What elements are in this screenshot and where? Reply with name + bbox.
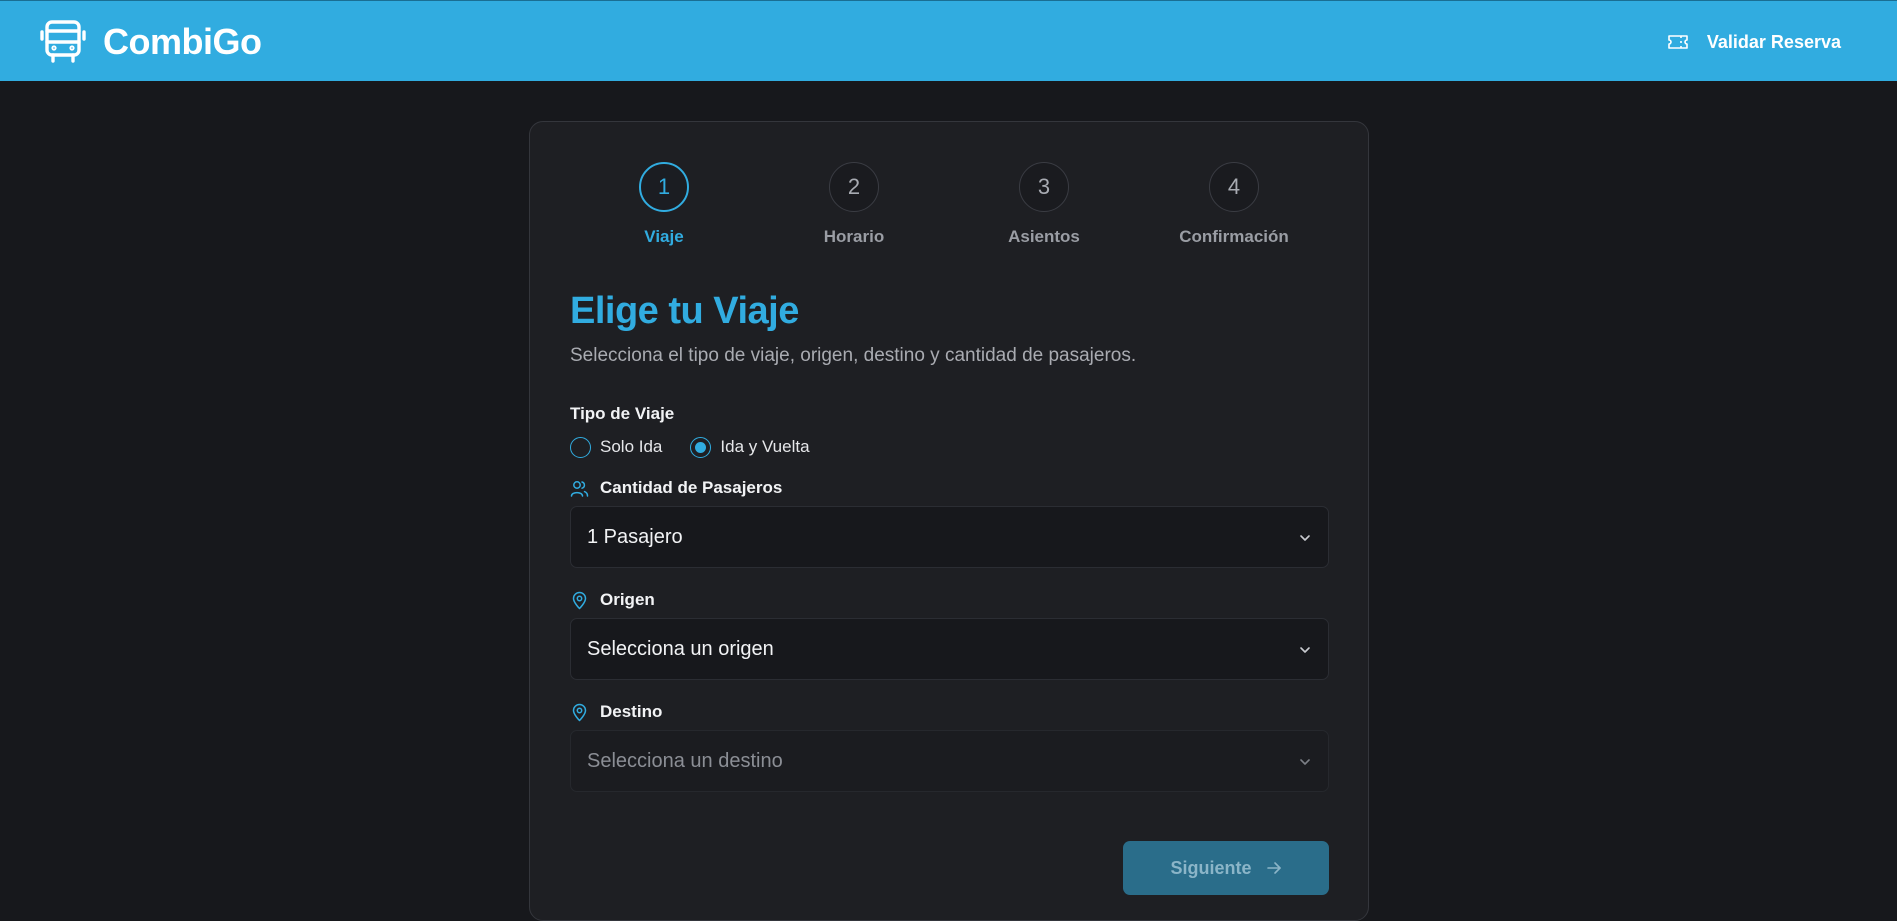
origin-label-text: Origen [600, 590, 655, 609]
destination-label: Destino [570, 702, 662, 722]
radio-circle[interactable] [690, 436, 712, 458]
step-label: Confirmación [1179, 227, 1289, 246]
step-number: 2 [829, 162, 879, 212]
step-number: 1 [639, 162, 689, 212]
next-button-label: Siguiente [1170, 857, 1252, 878]
bus-icon [40, 20, 86, 63]
radio-label: Solo Ida [600, 437, 663, 456]
origin-value: Selecciona un origen [587, 637, 774, 660]
page-title: Elige tu Viaje [570, 290, 799, 332]
validate-reservation-label: Validar Reserva [1706, 31, 1841, 52]
brand-logo[interactable]: CombiGo [40, 19, 262, 65]
brand-name: CombiGo [103, 21, 262, 62]
destination-select[interactable]: Selecciona un destino [570, 730, 1329, 792]
radio-selected-dot [695, 441, 707, 453]
chevron-down-icon [1300, 759, 1310, 765]
passengers-select[interactable]: 1 Pasajero [570, 506, 1329, 568]
arrow-right-icon [1266, 862, 1281, 874]
booking-card: 1 Viaje 2 Horario 3 Asientos 4 Confirmac… [529, 121, 1369, 921]
origin-label: Origen [570, 590, 655, 610]
map-pin-icon [572, 591, 587, 609]
step-viaje[interactable]: 1 Viaje [569, 162, 759, 247]
top-navbar: CombiGo Validar Reserva [0, 0, 1897, 81]
origin-select[interactable]: Selecciona un origen [570, 618, 1329, 680]
chevron-down-icon [1300, 535, 1310, 541]
map-pin-icon [572, 703, 587, 721]
trip-type-radio-group: Solo Ida Ida y Vuelta [570, 435, 838, 459]
step-label: Viaje [644, 227, 684, 246]
step-number: 3 [1019, 162, 1069, 212]
trip-type-label: Tipo de Viaje [570, 404, 674, 424]
radio-circle[interactable] [570, 436, 591, 458]
stepper: 1 Viaje 2 Horario 3 Asientos 4 Confirmac… [530, 162, 1370, 252]
validate-reservation-button[interactable]: Validar Reserva [1667, 27, 1841, 57]
trip-type-label-text: Tipo de Viaje [570, 404, 675, 423]
step-label: Asientos [1008, 227, 1080, 246]
ticket-icon [1668, 35, 1688, 49]
step-horario[interactable]: 2 Horario [759, 162, 949, 247]
radio-ida-y-vuelta[interactable]: Ida y Vuelta [690, 436, 810, 458]
step-label: Horario [823, 227, 885, 246]
step-asientos[interactable]: 3 Asientos [949, 162, 1139, 247]
users-icon [570, 480, 589, 497]
next-button[interactable]: Siguiente [1123, 841, 1329, 895]
chevron-down-icon [1300, 647, 1310, 653]
passengers-label-text: Cantidad de Pasajeros [600, 478, 783, 497]
passengers-label: Cantidad de Pasajeros [570, 478, 782, 498]
step-confirmacion[interactable]: 4 Confirmación [1139, 162, 1329, 247]
destination-label-text: Destino [600, 702, 663, 721]
radio-label: Ida y Vuelta [720, 437, 810, 456]
radio-solo-ida[interactable]: Solo Ida [570, 436, 663, 458]
destination-value: Selecciona un destino [587, 749, 783, 772]
passengers-value: 1 Pasajero [587, 525, 683, 548]
page-subtitle: Selecciona el tipo de viaje, origen, des… [570, 345, 1137, 366]
step-number: 4 [1209, 162, 1259, 212]
